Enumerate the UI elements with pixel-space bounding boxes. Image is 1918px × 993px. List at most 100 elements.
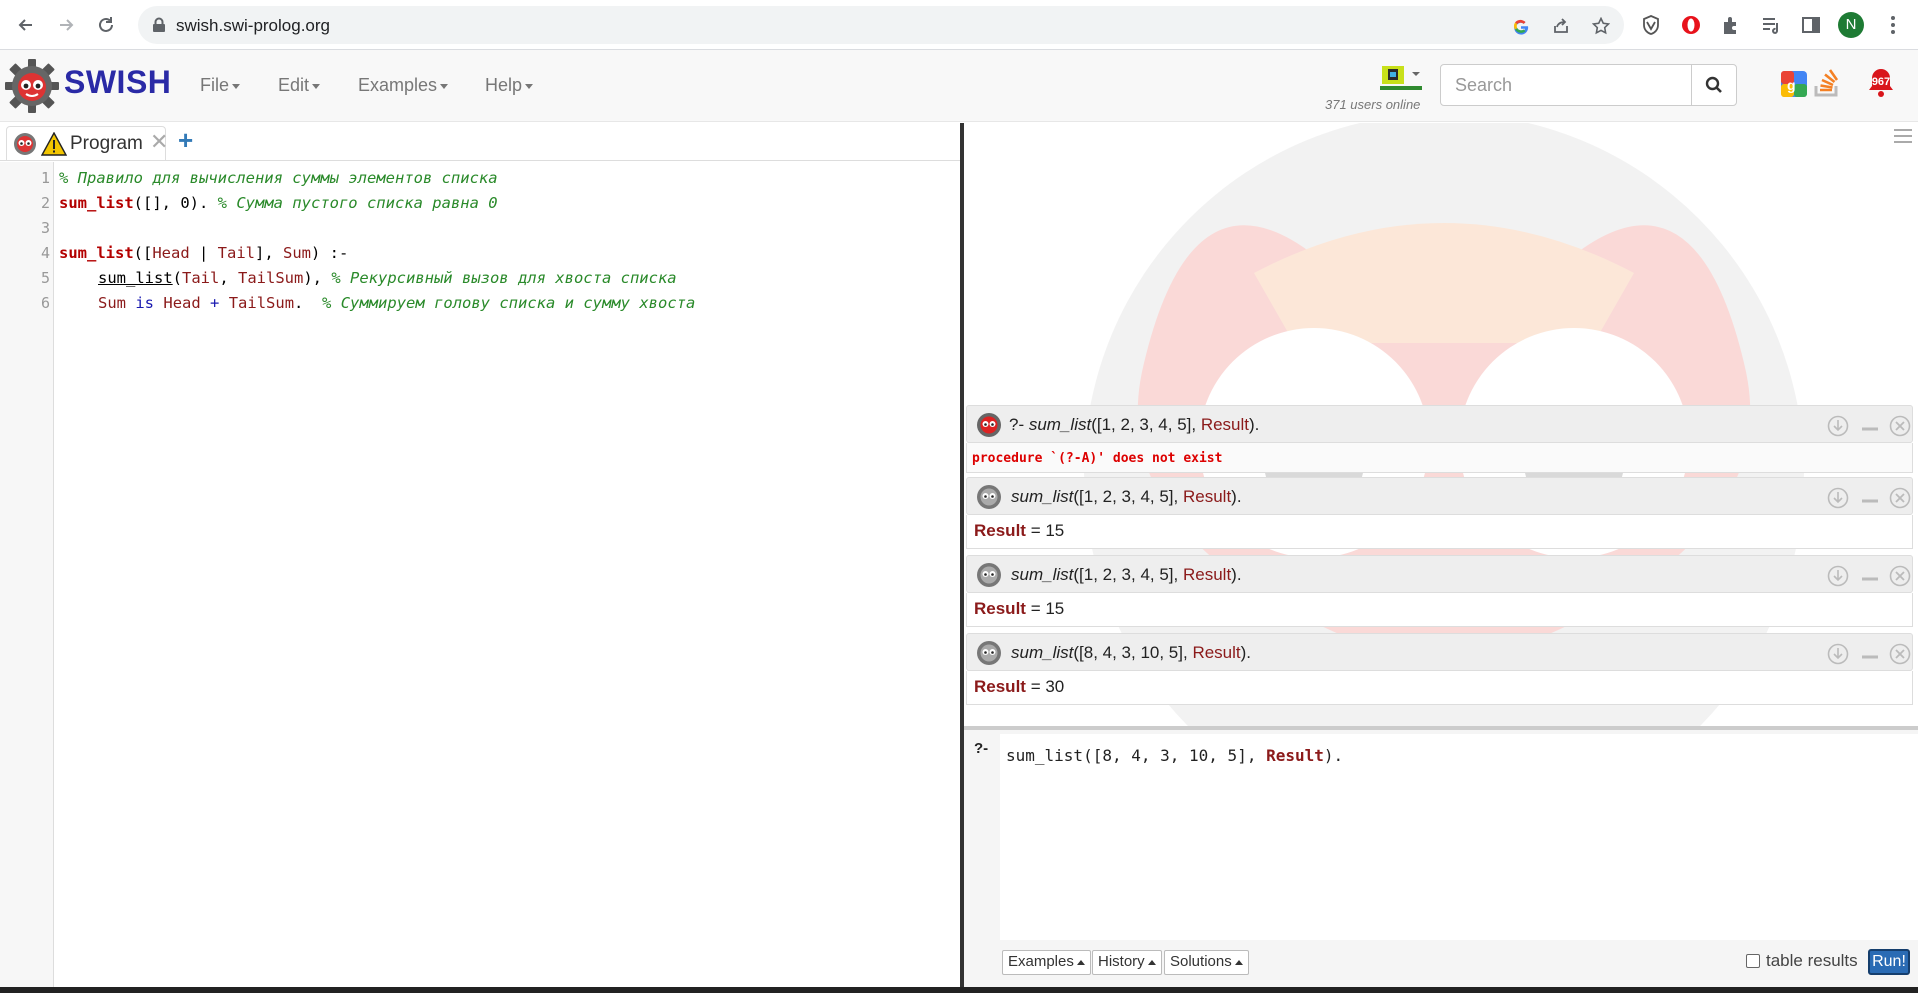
answer-query-header[interactable]: sum_list([1, 2, 3, 4, 5], Result).: [966, 555, 1913, 593]
error-message: procedure `(?-A)' does not exist: [972, 451, 1223, 466]
media-queue-icon[interactable]: [1758, 12, 1784, 38]
answer-result-body: Result = 15: [966, 593, 1913, 627]
error-owl-icon: [977, 413, 1001, 437]
tab-program-label: Program: [70, 133, 143, 154]
result-binding: Result = 15: [974, 599, 1065, 618]
answer-query-text: ?- sum_list([1, 2, 3, 4, 5], Result).: [1009, 415, 1260, 434]
share-icon[interactable]: [1550, 15, 1572, 37]
caret-down-icon: [525, 83, 534, 89]
profile-initial: N: [1845, 16, 1857, 33]
reload-button[interactable]: [92, 11, 120, 39]
forward-button[interactable]: [52, 11, 80, 39]
examples-button[interactable]: Examples: [1002, 950, 1091, 975]
history-button[interactable]: History: [1092, 950, 1162, 975]
line-number: 2: [40, 194, 50, 212]
query-editor[interactable]: sum_list([8, 4, 3, 10, 5], Result).: [1000, 734, 1918, 940]
svg-text:g: g: [1787, 77, 1796, 93]
line-number: 4: [40, 244, 50, 262]
back-button[interactable]: [12, 11, 40, 39]
results-menu-icon[interactable]: [1893, 128, 1913, 144]
close-icon[interactable]: [1889, 415, 1911, 437]
menu-examples[interactable]: Examples: [358, 75, 449, 96]
owl-icon: [977, 563, 1001, 587]
caret-up-icon: [1234, 959, 1243, 965]
tab-program[interactable]: Program ✕: [6, 126, 168, 160]
answer-query-header[interactable]: sum_list([1, 2, 3, 4, 5], Result).: [966, 477, 1913, 515]
close-icon[interactable]: [1889, 487, 1911, 509]
table-results-checkbox[interactable]: [1746, 954, 1760, 968]
search-input[interactable]: [1440, 64, 1692, 106]
reload-icon: [99, 17, 113, 32]
close-icon[interactable]: [1889, 643, 1911, 665]
answer-query-text: sum_list([1, 2, 3, 4, 5], Result).: [1011, 565, 1242, 584]
owl-icon: [977, 485, 1001, 509]
line-number: 5: [40, 269, 50, 287]
code-line-4: sum_list([Head | Tail], Sum) :-: [59, 244, 349, 262]
close-icon[interactable]: [1889, 565, 1911, 587]
minimize-icon[interactable]: [1859, 565, 1881, 587]
swish-logo-icon[interactable]: [4, 58, 60, 114]
answer-error-body: procedure `(?-A)' does not exist: [966, 443, 1913, 473]
query-prompt: ?-: [974, 740, 989, 757]
shield-extension-icon[interactable]: [1638, 12, 1664, 38]
answer-query-header[interactable]: sum_list([8, 4, 3, 10, 5], Result).: [966, 633, 1913, 671]
tab-close-icon[interactable]: ✕: [150, 129, 168, 155]
answer-result-body: Result = 15: [966, 515, 1913, 549]
caret-down-icon: [440, 83, 449, 89]
swish-owl-icon: [14, 133, 36, 155]
solutions-button[interactable]: Solutions: [1164, 950, 1249, 975]
menu-file[interactable]: File: [200, 75, 241, 96]
table-results-label: table results: [1766, 951, 1858, 970]
download-icon[interactable]: [1827, 415, 1849, 437]
owl-icon: [977, 641, 1001, 665]
caret-up-icon: [1147, 959, 1156, 965]
opera-extension-icon[interactable]: [1678, 12, 1704, 38]
caret-down-icon: [232, 83, 241, 89]
notification-count-badge: 967: [1871, 76, 1891, 88]
puzzle-extensions-icon[interactable]: [1718, 12, 1744, 38]
query-pane: ?- sum_list([8, 4, 3, 10, 5], Result). E…: [964, 726, 1918, 987]
minimize-icon[interactable]: [1859, 487, 1881, 509]
line-number: 1: [40, 169, 50, 187]
lock-icon: [153, 17, 165, 32]
back-arrow-icon: [18, 19, 32, 31]
user-avatar-icon[interactable]: [1380, 64, 1422, 90]
bookmark-star-icon[interactable]: [1590, 15, 1612, 37]
profile-avatar[interactable]: N: [1838, 12, 1864, 38]
search-icon: [1705, 76, 1722, 93]
brand-title[interactable]: SWISH: [64, 64, 171, 101]
menu-edit[interactable]: Edit: [278, 75, 321, 96]
warning-icon: [41, 132, 67, 156]
taskbar-strip: [0, 987, 1918, 993]
stackoverflow-icon[interactable]: [1812, 68, 1842, 98]
download-icon[interactable]: [1827, 487, 1849, 509]
results-pane: ?- sum_list([1, 2, 3, 4, 5], Result). pr…: [964, 123, 1918, 726]
download-icon[interactable]: [1827, 643, 1849, 665]
download-icon[interactable]: [1827, 565, 1849, 587]
minimize-icon[interactable]: [1859, 643, 1881, 665]
program-editor[interactable]: 1 2 3 4 5 6 % Правило для вычисления сум…: [0, 162, 960, 987]
line-number-gutter: 1 2 3 4 5 6: [0, 162, 54, 987]
code-line-5: sum_list(Tail, TailSum), % Рекурсивный в…: [98, 269, 677, 287]
minimize-icon[interactable]: [1859, 415, 1881, 437]
google-plus-icon[interactable]: g: [1780, 70, 1808, 98]
answer-query-text: sum_list([8, 4, 3, 10, 5], Result).: [1011, 643, 1252, 662]
run-button[interactable]: Run!: [1868, 949, 1910, 975]
address-bar[interactable]: swish.swi-prolog.org: [138, 6, 1624, 44]
search-button[interactable]: [1691, 64, 1737, 106]
menu-help[interactable]: Help: [485, 75, 534, 96]
side-panel-icon[interactable]: [1798, 12, 1824, 38]
browser-toolbar: swish.swi-prolog.org N: [0, 0, 1918, 50]
swish-navbar: SWISH File Edit Examples Help 371 users …: [0, 50, 1918, 122]
line-number: 3: [40, 219, 50, 237]
query-text: sum_list([8, 4, 3, 10, 5], Result).: [1006, 746, 1344, 765]
google-icon[interactable]: [1510, 15, 1532, 37]
result-binding: Result = 30: [974, 677, 1065, 696]
kebab-menu-icon[interactable]: [1880, 12, 1906, 38]
add-tab-icon[interactable]: +: [178, 125, 193, 156]
program-tabbar: Program ✕ +: [0, 123, 960, 161]
answer-result-body: Result = 30: [966, 671, 1913, 705]
answer-query-header[interactable]: ?- sum_list([1, 2, 3, 4, 5], Result).: [966, 405, 1913, 443]
line-number: 6: [40, 294, 50, 312]
code-line-2: sum_list([], 0). % Сумма пустого списка …: [59, 194, 498, 212]
